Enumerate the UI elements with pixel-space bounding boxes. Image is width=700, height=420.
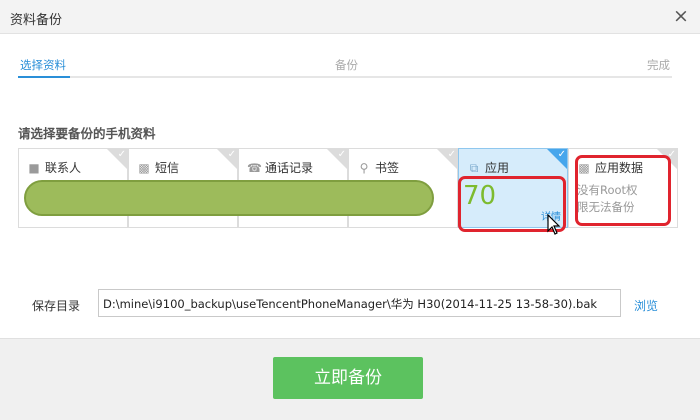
data-type-cards: ■联系人 ✓ ▩短信 ✓ ☎通话记录 ✓ ⚲书签 ✓ ⧉应用 ✓ 70 详情 ▩… xyxy=(18,148,678,232)
card-sms-label: 短信 xyxy=(155,161,180,175)
step-done: 完成 xyxy=(647,58,670,72)
phone-icon: ☎ xyxy=(247,161,262,175)
bookmark-icon: ⚲ xyxy=(359,161,369,175)
mouse-cursor-icon xyxy=(547,214,561,235)
check-icon: ✓ xyxy=(227,149,236,160)
start-backup-button[interactable]: 立即备份 xyxy=(273,357,423,399)
save-directory-label: 保存目录 xyxy=(32,299,81,313)
progress-fill xyxy=(18,76,70,78)
card-calls-label: 通话记录 xyxy=(265,161,314,175)
check-icon: ✓ xyxy=(557,149,566,160)
footer-bar: 立即备份 xyxy=(0,338,700,420)
check-corner: ✓ xyxy=(327,149,347,169)
card-apps-label: 应用 xyxy=(485,161,510,175)
check-icon: ✓ xyxy=(117,149,126,160)
check-icon: ✓ xyxy=(337,149,346,160)
redaction-overlay xyxy=(24,180,434,216)
step-indicator: 选择资料 备份 完成 xyxy=(18,57,672,79)
save-directory-row: 保存目录 D:\mine\i9100_backup\useTencentPhon… xyxy=(0,289,700,319)
annotation-highlight-app-data xyxy=(575,155,671,226)
section-label: 请选择要备份的手机资料 xyxy=(18,126,156,141)
card-contacts-label: 联系人 xyxy=(45,161,82,175)
save-path-field[interactable]: D:\mine\i9100_backup\useTencentPhoneMana… xyxy=(98,289,621,317)
card-bookmarks-label: 书签 xyxy=(375,161,400,175)
check-corner: ✓ xyxy=(547,149,567,169)
check-corner: ✓ xyxy=(217,149,237,169)
close-icon[interactable]: × xyxy=(670,5,692,27)
title-bar: 资料备份 × xyxy=(0,0,700,34)
step-backup: 备份 xyxy=(335,58,358,72)
step-select: 选择资料 xyxy=(20,58,66,72)
message-icon: ▩ xyxy=(138,161,150,175)
check-icon: ✓ xyxy=(447,149,456,160)
browse-link[interactable]: 浏览 xyxy=(634,297,658,314)
window-title: 资料备份 xyxy=(10,13,63,28)
person-icon: ■ xyxy=(28,161,40,175)
progress-track xyxy=(18,76,672,78)
check-corner: ✓ xyxy=(437,149,457,169)
apps-icon: ⧉ xyxy=(469,161,479,175)
check-corner: ✓ xyxy=(107,149,127,169)
